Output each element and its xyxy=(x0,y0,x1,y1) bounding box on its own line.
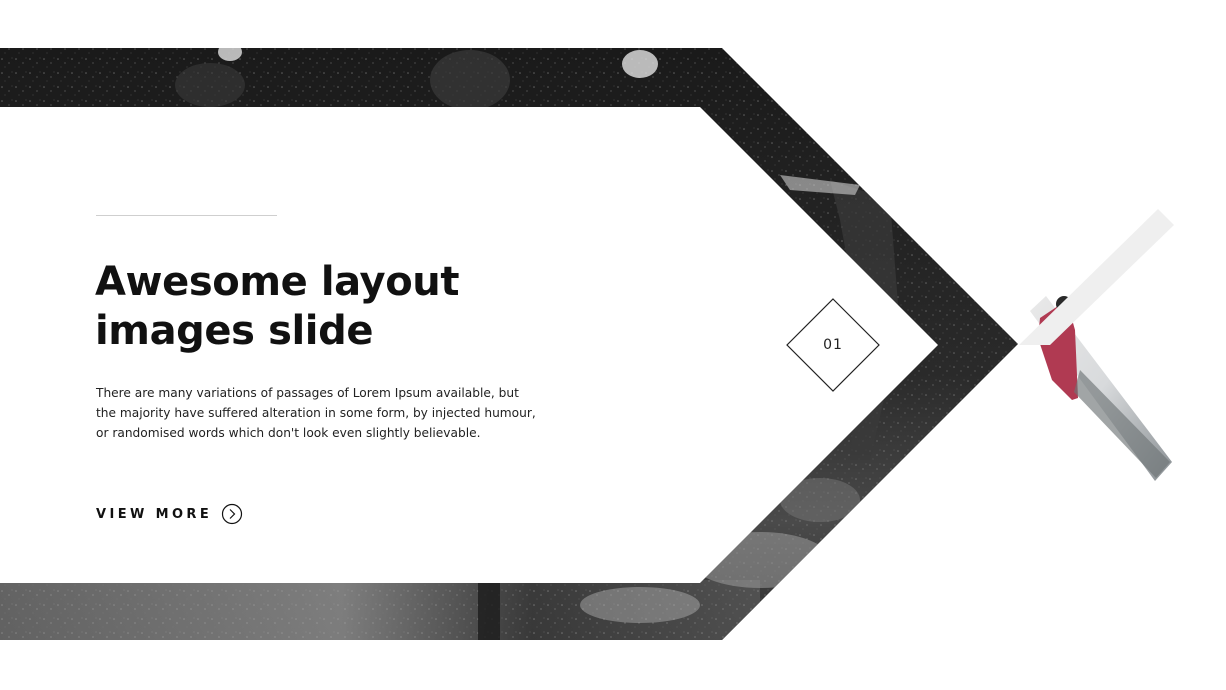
slide-title: Awesome layout images slide xyxy=(95,258,615,356)
chevron-right-circle-icon xyxy=(221,503,243,525)
x-mark-light-arm xyxy=(1019,209,1174,345)
slide-stage: Awesome layout images slide There are ma… xyxy=(0,0,1226,690)
view-more-label: VIEW MORE xyxy=(96,506,213,522)
title-divider xyxy=(96,215,277,216)
slide-title-line1: Awesome layout xyxy=(95,259,460,305)
slide-number-badge: 01 xyxy=(786,298,880,392)
slide-number: 01 xyxy=(823,337,843,353)
x-mark-rock xyxy=(1074,370,1170,478)
slide-title-line2: images slide xyxy=(95,308,374,354)
slide-description: There are many variations of passages of… xyxy=(96,386,536,440)
view-more-button[interactable]: VIEW MORE xyxy=(96,502,243,526)
